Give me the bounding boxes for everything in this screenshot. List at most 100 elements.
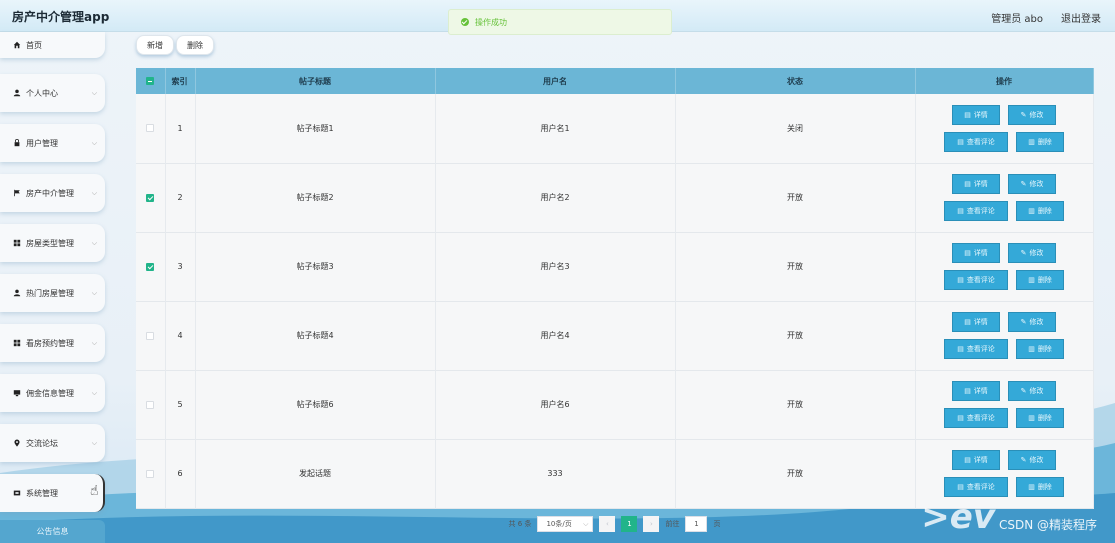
view-comments-button[interactable]: ▤ 查看评论: [944, 131, 1008, 152]
row-index: 5: [165, 370, 196, 439]
detail-button-label: 详情: [973, 318, 988, 326]
row-select-cell[interactable]: [136, 232, 166, 301]
edit-button-label: 修改: [1029, 249, 1044, 257]
edit-button[interactable]: ✎ 修改: [1008, 174, 1056, 194]
select-all-checkbox[interactable]: [146, 77, 155, 85]
trash-icon: ▥: [1028, 483, 1035, 491]
logout-link[interactable]: 退出登录: [1061, 10, 1101, 25]
row-index: 1: [165, 94, 196, 163]
row-actions: ▤ 详情 ✎ 修改 ▤ 查看评论 ▥ 删除: [915, 370, 1094, 439]
row-checkbox[interactable]: [146, 193, 155, 202]
row-delete-button[interactable]: ▥ 删除: [1016, 408, 1064, 428]
row-delete-label: 删除: [1037, 345, 1052, 353]
row-delete-button[interactable]: ▥ 删除: [1016, 339, 1064, 359]
view-comments-button[interactable]: ▤ 查看评论: [944, 408, 1008, 428]
detail-button[interactable]: ▤ 详情: [952, 174, 1000, 194]
page-size-select[interactable]: 10条/页 ⌵: [537, 516, 594, 532]
grid-icon: [12, 239, 21, 248]
row-delete-button[interactable]: ▥ 删除: [1016, 131, 1064, 152]
detail-button[interactable]: ▤ 详情: [952, 450, 1000, 470]
detail-button[interactable]: ▤ 详情: [952, 104, 1000, 125]
row-delete-button[interactable]: ▥ 删除: [1016, 201, 1064, 221]
sidebar-item-personal-center[interactable]: 个人中心 ⌵: [0, 74, 105, 112]
sidebar-item-commission-management[interactable]: 佣金信息管理 ⌵: [0, 374, 105, 412]
document-icon: ▤: [964, 110, 971, 119]
table-header-row: 索引 帖子标题 用户名 状态 操作: [136, 68, 1094, 94]
table-row: 3 帖子标题3 用户名3 开放 ▤ 详情 ✎ 修改 ▤ 查看评论 ▥ 删除: [136, 232, 1094, 301]
pencil-icon: ✎: [1020, 318, 1027, 326]
user-icon: [12, 89, 21, 98]
row-select-cell[interactable]: [136, 163, 166, 232]
view-comments-button[interactable]: ▤ 查看评论: [944, 339, 1008, 359]
sidebar-item-label: 热门房屋管理: [26, 288, 74, 298]
row-status: 关闭: [675, 94, 916, 163]
row-username: 用户名3: [435, 232, 676, 301]
row-select-cell[interactable]: [136, 370, 166, 439]
sidebar-item-label: 佣金信息管理: [26, 388, 74, 398]
row-username: 333: [435, 439, 676, 508]
edit-button[interactable]: ✎ 修改: [1008, 104, 1056, 125]
edit-button[interactable]: ✎ 修改: [1008, 243, 1056, 263]
edit-button-label: 修改: [1029, 456, 1044, 464]
row-status: 开放: [675, 232, 916, 301]
delete-button[interactable]: 删除: [176, 35, 214, 55]
edit-button-label: 修改: [1029, 110, 1044, 119]
next-page-button[interactable]: ›: [643, 516, 660, 532]
page-number-current[interactable]: 1: [621, 516, 638, 532]
sidebar-item-forum[interactable]: 交流论坛 ⌵: [0, 424, 105, 462]
row-select-cell[interactable]: [136, 94, 166, 163]
view-comments-button[interactable]: ▤ 查看评论: [944, 201, 1008, 221]
add-button[interactable]: 新增: [136, 35, 174, 55]
row-index: 2: [165, 163, 196, 232]
view-comments-label: 查看评论: [966, 137, 995, 146]
sidebar-item-house-type-management[interactable]: 房屋类型管理 ⌵: [0, 224, 105, 262]
check-circle-icon: [461, 18, 469, 26]
row-title: 发起话题: [195, 439, 436, 508]
sidebar-item-home[interactable]: 首页: [0, 32, 105, 58]
row-delete-button[interactable]: ▥ 删除: [1016, 270, 1064, 290]
row-delete-button[interactable]: ▥ 删除: [1016, 477, 1064, 497]
chevron-down-icon: ⌵: [583, 519, 589, 528]
main-content: 新增 删除 索引 帖子标题 用户名 状态 操作 1 帖子标题1 用户名1 关闭: [136, 32, 1094, 532]
document-icon: ▤: [957, 207, 964, 215]
edit-button-label: 修改: [1029, 318, 1044, 326]
view-comments-label: 查看评论: [966, 276, 995, 284]
detail-button-label: 详情: [973, 387, 988, 395]
view-comments-label: 查看评论: [966, 207, 995, 215]
row-checkbox[interactable]: [146, 469, 155, 478]
view-comments-button[interactable]: ▤ 查看评论: [944, 477, 1008, 497]
row-checkbox[interactable]: [146, 400, 155, 409]
goto-page-input[interactable]: 1: [685, 516, 708, 532]
row-checkbox[interactable]: [146, 124, 155, 133]
select-all-cell[interactable]: [136, 68, 166, 94]
sidebar-item-user-management[interactable]: 用户管理 ⌵: [0, 124, 105, 162]
chevron-down-icon: ⌵: [91, 339, 97, 347]
detail-button[interactable]: ▤ 详情: [952, 381, 1000, 401]
table-row: 1 帖子标题1 用户名1 关闭 ▤ 详情 ✎ 修改 ▤ 查看评论 ▥ 删除: [136, 94, 1094, 163]
edit-button[interactable]: ✎ 修改: [1008, 450, 1056, 470]
view-comments-button[interactable]: ▤ 查看评论: [944, 270, 1008, 290]
document-icon: ▤: [964, 249, 971, 257]
chevron-down-icon: ⌵: [91, 289, 97, 297]
sidebar-item-hot-house-management[interactable]: 热门房屋管理 ⌵: [0, 274, 105, 312]
detail-button-label: 详情: [973, 249, 988, 257]
row-checkbox[interactable]: [146, 331, 155, 340]
chevron-down-icon: ⌵: [91, 189, 97, 197]
detail-button[interactable]: ▤ 详情: [952, 312, 1000, 332]
sidebar-item-viewing-appointment-management[interactable]: 看房预约管理 ⌵: [0, 324, 105, 362]
detail-button[interactable]: ▤ 详情: [952, 243, 1000, 263]
row-username: 用户名1: [435, 94, 676, 163]
row-select-cell[interactable]: [136, 301, 166, 370]
prev-page-button[interactable]: ‹: [599, 516, 616, 532]
document-icon: ▤: [957, 345, 964, 353]
sidebar-item-notice[interactable]: 公告信息: [0, 520, 105, 543]
row-checkbox[interactable]: [146, 262, 155, 271]
sidebar-item-agency-management[interactable]: 房产中介管理 ⌵: [0, 174, 105, 212]
edit-button[interactable]: ✎ 修改: [1008, 381, 1056, 401]
document-icon: ▤: [964, 387, 971, 395]
edit-button[interactable]: ✎ 修改: [1008, 312, 1056, 332]
detail-button-label: 详情: [973, 456, 988, 464]
page-suffix: 页: [713, 520, 721, 528]
row-select-cell[interactable]: [136, 439, 166, 508]
row-delete-label: 删除: [1037, 414, 1052, 422]
